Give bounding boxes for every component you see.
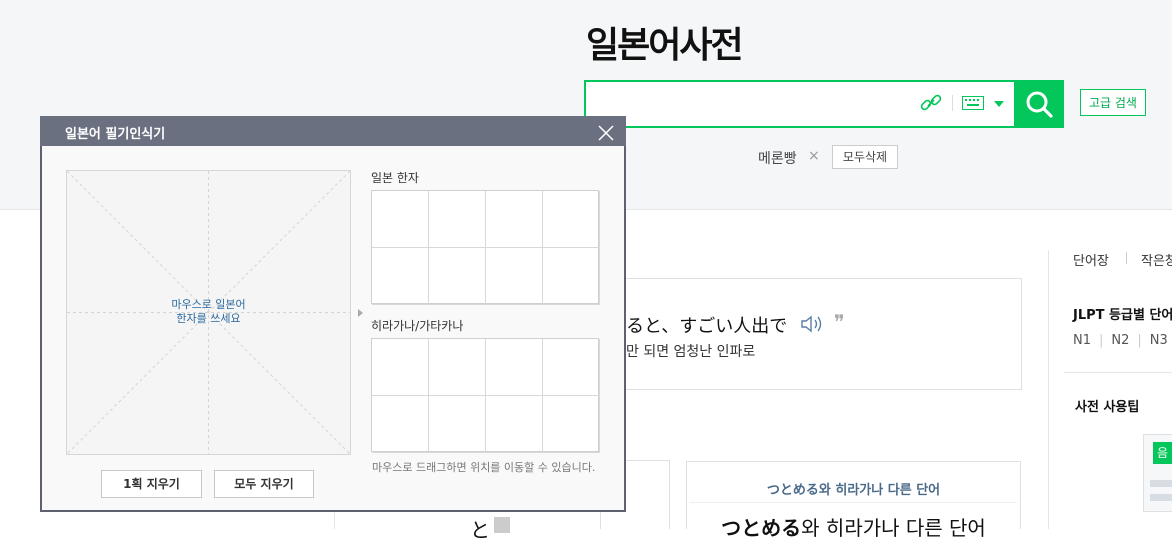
speaker-icon[interactable] [800,314,826,334]
kanji-candidate-cell[interactable] [372,248,429,305]
kanji-candidate-cell[interactable] [486,191,543,248]
keyboard-dropdown-arrow-icon[interactable] [994,101,1004,107]
thumbnail-row [1150,480,1172,487]
similar-words-title: つとめる와 히라가나 다른 단어 [766,483,941,498]
drag-note: 마우스로 드래그하면 위치를 이동할 수 있습니다. [372,461,596,474]
kana-candidate-cell[interactable] [543,396,600,453]
tab-wordbook[interactable]: 단어장 [1073,250,1109,269]
canvas-hint-line1: 마우스로 일본어 [171,298,246,311]
jlpt-level-n1[interactable]: N1 [1073,333,1091,348]
example-japanese: ると、すごい人出で [626,316,788,337]
sidebar-divider [1048,250,1049,529]
kanji-candidate-cell[interactable] [543,248,600,305]
canvas-hint: 마우스로 일본어 한자를 쓰세요 [66,298,351,326]
popup-title: 일본어 필기인식기 [65,127,166,142]
close-icon[interactable] [597,124,615,142]
remove-recent-icon[interactable]: × [808,148,820,164]
kana-candidate-cell[interactable] [486,339,543,396]
jlpt-levels: N1 | N2 | N3 [1073,333,1168,348]
recent-search-word[interactable]: 메론빵 [758,148,797,168]
similar-word-bold[interactable]: つとめる [721,516,801,540]
link-icon[interactable] [919,93,943,113]
clear-all-strokes-button[interactable]: 모두 지우기 [214,470,314,498]
search-button[interactable] [1014,80,1064,128]
search-divider [952,95,953,111]
advanced-search-button[interactable]: 고급 검색 [1080,89,1146,116]
kana-section-label: 히라가나/가타카나 [371,319,464,333]
undo-stroke-button[interactable]: 1획 지우기 [101,470,202,498]
card-divider [690,502,1017,503]
kana-candidate-cell[interactable] [372,396,429,453]
tips-title: 사전 사용팁 [1075,400,1140,415]
kanji-candidate-cell[interactable] [486,248,543,305]
jlpt-level-n2[interactable]: N2 [1111,333,1129,348]
keyboard-icon[interactable] [962,96,984,110]
kana-candidate-cell[interactable] [543,339,600,396]
example-korean: 만 되면 엄청난 인파로 [626,344,756,360]
kana-candidate-cell[interactable] [429,339,486,396]
tab-small-window[interactable]: 작은창 [1141,250,1172,269]
kana-candidate-cell[interactable] [486,396,543,453]
search-icon [1026,91,1053,118]
kanji-candidate-cell[interactable] [429,191,486,248]
quote-icon[interactable]: ❞ [834,310,845,334]
dictionary-logo[interactable]: 일본어사전 [586,16,744,68]
kana-candidate-cell[interactable] [372,339,429,396]
arrow-right-icon [358,309,363,317]
kanji-candidates [371,190,600,305]
jlpt-title: JLPT 등급별 단어 [1073,308,1172,323]
kana-candidates [371,338,600,453]
similar-words-heading: つとめる와 히라가나 다른 단어 [686,512,1021,541]
sidebar-divider-line [1064,372,1172,373]
clear-all-button[interactable]: 모두삭제 [832,145,898,169]
kanji-section-label: 일본 한자 [371,171,419,185]
kanji-candidate-cell[interactable] [372,191,429,248]
kanji-candidate-cell[interactable] [543,191,600,248]
canvas-hint-line2: 한자를 쓰세요 [176,312,241,325]
tips-thumbnail-badge: 음 [1153,442,1172,464]
kana-candidate-cell[interactable] [429,396,486,453]
tab-separator [1126,252,1127,264]
partial-char-box [494,517,510,533]
kanji-candidate-cell[interactable] [429,248,486,305]
similar-word-rest: 와 히라가나 다른 단어 [801,516,986,540]
jlpt-level-n3[interactable]: N3 [1150,333,1168,348]
thumbnail-row [1150,494,1172,501]
